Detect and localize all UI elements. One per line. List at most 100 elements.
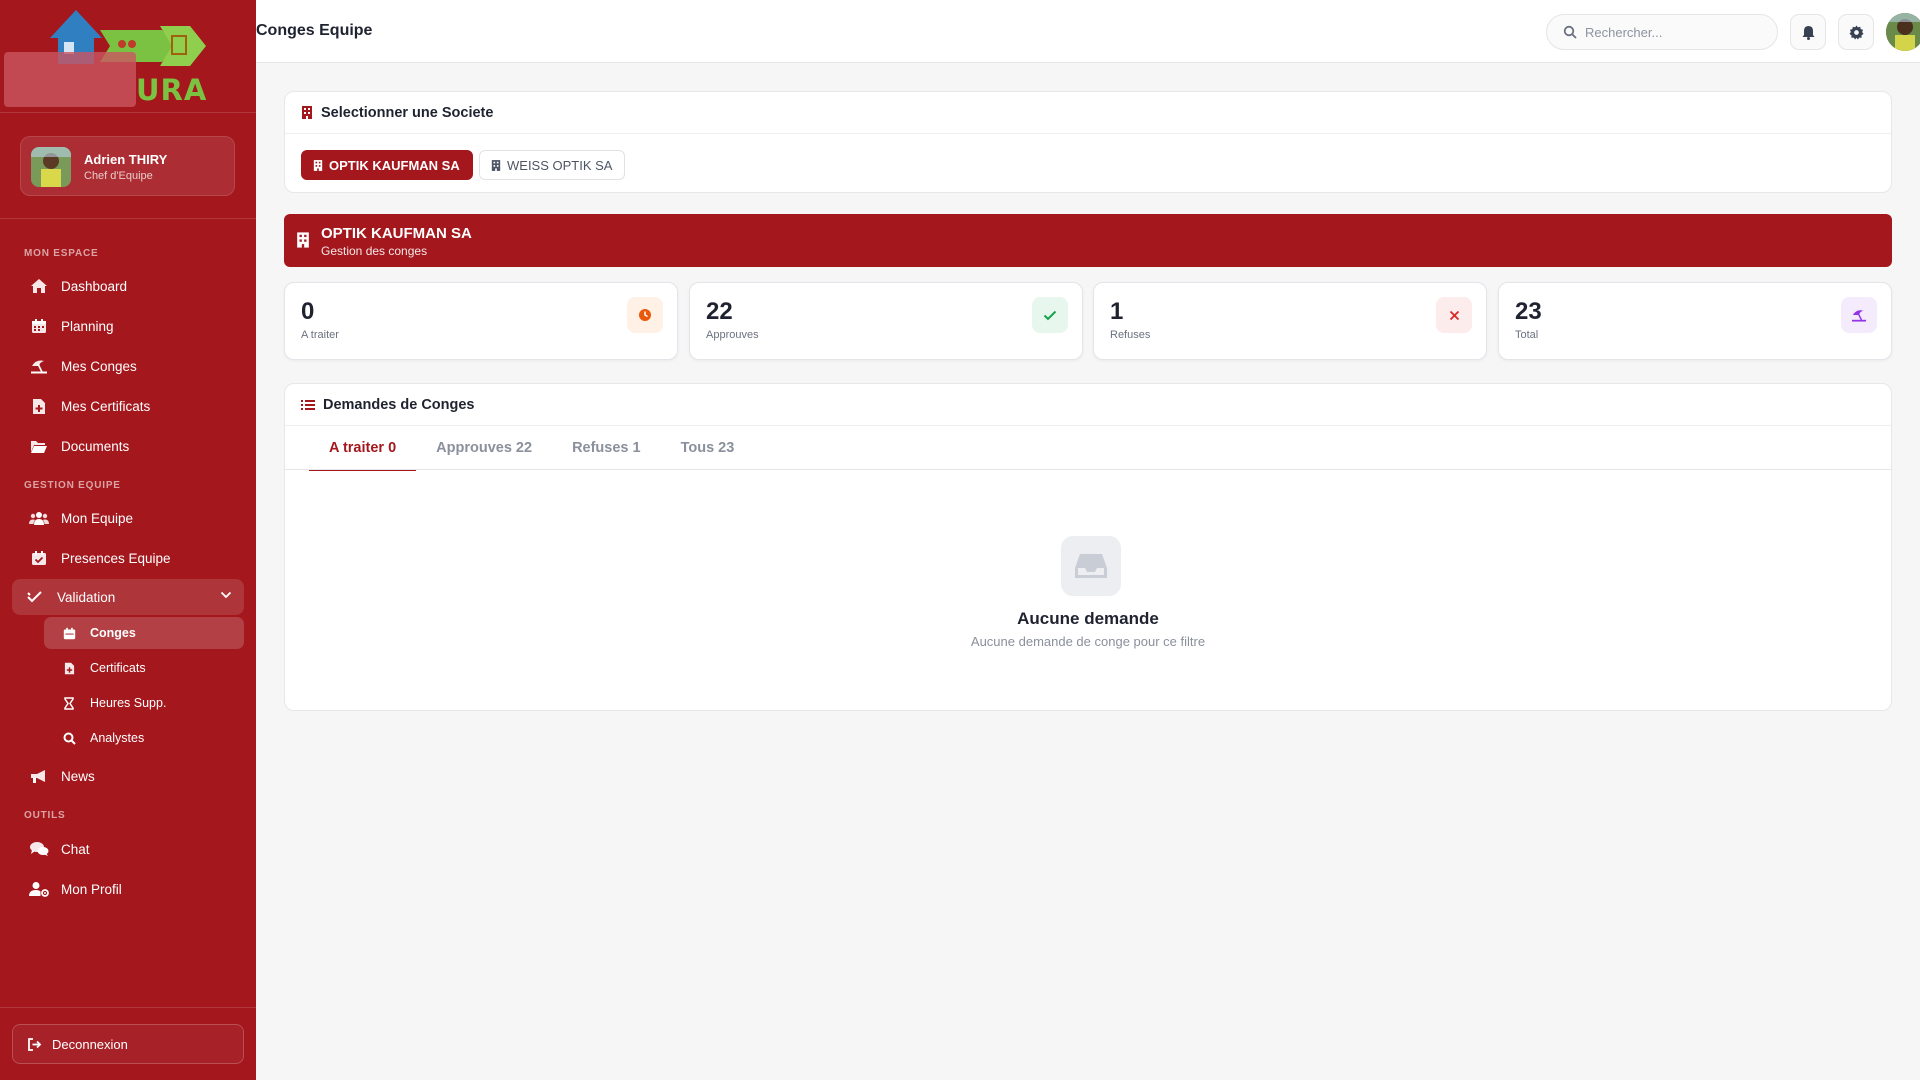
sidebar-item-label: News — [61, 768, 95, 784]
banner-title: OPTIK KAUFMAN SA — [321, 225, 472, 242]
company-option-weiss-optik[interactable]: WEISS OPTIK SA — [479, 150, 626, 180]
calendar-icon — [28, 315, 50, 337]
user-role: Chef d'Equipe — [84, 170, 153, 182]
sidebar-item-mes-conges[interactable]: Mes Conges — [12, 348, 244, 384]
section-label-outils: OUTILS — [24, 810, 66, 821]
search-input[interactable] — [1585, 24, 1755, 40]
stat-value: 1 — [1110, 298, 1124, 325]
requests-header: Demandes de Conges — [285, 384, 1891, 426]
gear-icon — [1848, 24, 1864, 40]
calendar-icon — [60, 624, 78, 642]
list-icon — [301, 399, 315, 411]
search-icon — [60, 729, 78, 747]
sidebar-item-presences-equipe[interactable]: Presences Equipe — [12, 540, 244, 576]
sidebar-item-chat[interactable]: Chat — [12, 831, 244, 867]
requests-tabs: A traiter 0 Approuves 22 Refuses 1 Tous … — [309, 426, 755, 471]
bell-icon — [1802, 25, 1815, 40]
notifications-button[interactable] — [1790, 14, 1826, 50]
settings-button[interactable] — [1838, 14, 1874, 50]
x-icon — [1436, 297, 1472, 333]
stat-label: Total — [1515, 329, 1539, 341]
divider — [0, 218, 256, 219]
logout-button[interactable]: Deconnexion — [12, 1024, 244, 1064]
sidebar: URA Adrien THIRY Chef d'Equipe MON ESPAC… — [0, 0, 256, 1080]
sidebar-item-label: Mes Certificats — [61, 398, 151, 414]
user-name: Adrien THIRY — [84, 152, 168, 167]
medical-file-icon — [28, 395, 50, 417]
tab-refuses[interactable]: Refuses 1 — [552, 426, 661, 470]
company-selector-title: Selectionner une Societe — [321, 104, 494, 121]
company-option-optik-kaufman[interactable]: OPTIK KAUFMAN SA — [301, 150, 473, 180]
sidebar-item-planning[interactable]: Planning — [12, 308, 244, 344]
sidebar-item-mon-profil[interactable]: Mon Profil — [12, 871, 244, 907]
company-banner: OPTIK KAUFMAN SA Gestion des conges — [284, 214, 1892, 267]
sidebar-item-news[interactable]: News — [12, 758, 244, 794]
logo-text: URA — [136, 73, 208, 107]
building-icon — [491, 159, 501, 172]
medical-file-icon — [60, 659, 78, 677]
sidebar-subitem-conges[interactable]: Conges — [44, 617, 244, 649]
sidebar-item-mes-certificats[interactable]: Mes Certificats — [12, 388, 244, 424]
beach-umbrella-icon — [28, 355, 50, 377]
logout-label: Deconnexion — [52, 1036, 128, 1052]
stat-card-total: 23 Total — [1498, 282, 1892, 360]
sidebar-item-label: Validation — [57, 589, 116, 605]
sidebar-item-documents[interactable]: Documents — [12, 428, 244, 464]
stat-value: 22 — [706, 298, 733, 325]
company-selector-card: Selectionner une Societe OPTIK KAUFMAN S… — [284, 91, 1892, 193]
company-option-label: OPTIK KAUFMAN SA — [329, 157, 460, 173]
section-label-gestion-equipe: GESTION EQUIPE — [24, 480, 121, 491]
sidebar-item-label: Documents — [61, 438, 130, 454]
company-selector-header: Selectionner une Societe — [285, 92, 1891, 134]
sidebar-subitem-heures-supp[interactable]: Heures Supp. — [44, 687, 244, 719]
sidebar-subitem-analystes[interactable]: Analystes — [44, 722, 244, 754]
logout-icon — [27, 1037, 42, 1051]
company-option-label: WEISS OPTIK SA — [507, 157, 613, 173]
avatar — [31, 147, 71, 187]
top-bar: Conges Equipe — [256, 0, 1920, 63]
calendar-check-icon — [28, 547, 50, 569]
building-icon — [313, 159, 323, 172]
user-card[interactable]: Adrien THIRY Chef d'Equipe — [20, 136, 235, 196]
page-title: Conges Equipe — [256, 22, 373, 39]
empty-state-title: Aucune demande — [1017, 609, 1159, 628]
empty-state-subtitle: Aucune demande de conge pour ce filtre — [970, 634, 1206, 649]
logo-redaction — [4, 52, 136, 107]
folder-open-icon — [28, 435, 50, 457]
tab-a-traiter[interactable]: A traiter 0 — [309, 426, 417, 471]
search-icon — [1563, 25, 1577, 39]
sidebar-subitem-label: Heures Supp. — [90, 696, 167, 710]
search-box[interactable] — [1546, 14, 1778, 50]
inbox-icon — [1061, 536, 1121, 596]
stat-card-refuses: 1 Refuses — [1093, 282, 1487, 360]
sidebar-item-mon-equipe[interactable]: Mon Equipe — [12, 500, 244, 536]
section-label-mon-espace: MON ESPACE — [24, 248, 99, 259]
tab-approuves[interactable]: Approuves 22 — [416, 426, 552, 470]
avatar[interactable] — [1886, 13, 1920, 51]
building-icon — [296, 231, 310, 249]
sidebar-subitem-certificats[interactable]: Certificats — [44, 652, 244, 684]
stat-label: Refuses — [1110, 329, 1151, 341]
stat-card-a-traiter: 0 A traiter — [284, 282, 678, 360]
sidebar-subitem-label: Certificats — [90, 661, 146, 675]
sidebar-item-label: Dashboard — [61, 278, 128, 294]
check-icon — [1032, 297, 1068, 333]
chat-icon — [28, 838, 50, 860]
chevron-down-icon — [220, 591, 232, 599]
requests-card: Demandes de Conges A traiter 0 Approuves… — [284, 383, 1892, 711]
divider — [0, 1007, 256, 1008]
home-icon — [28, 275, 50, 297]
stat-card-approuves: 22 Approuves — [689, 282, 1083, 360]
building-icon — [301, 105, 313, 120]
logo-area: URA — [0, 0, 256, 113]
banner-subtitle: Gestion des conges — [321, 244, 428, 258]
sidebar-item-label: Presences Equipe — [61, 550, 171, 566]
user-gear-icon — [28, 878, 50, 900]
tabs-divider — [285, 469, 1891, 470]
tab-tous[interactable]: Tous 23 — [661, 426, 755, 470]
sidebar-item-dashboard[interactable]: Dashboard — [12, 268, 244, 304]
stat-label: Approuves — [706, 329, 759, 341]
stat-label: A traiter — [301, 329, 339, 341]
sidebar-item-label: Planning — [61, 318, 114, 334]
sidebar-item-validation[interactable]: Validation — [12, 579, 244, 615]
